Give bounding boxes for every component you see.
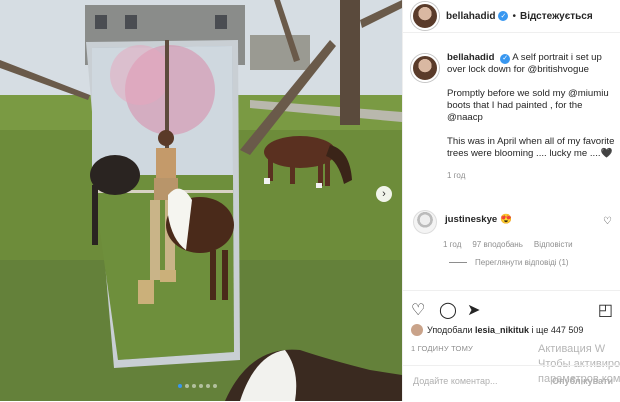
comment-icon[interactable]: ◯ bbox=[439, 300, 457, 320]
caption-line: Promptly before we sold my @miumiu boots… bbox=[447, 88, 609, 123]
post-date: 1 ГОДИНУ ТОМУ bbox=[411, 344, 473, 353]
share-icon[interactable]: ➤ bbox=[467, 300, 480, 320]
carousel-dot bbox=[213, 384, 217, 388]
avatar[interactable] bbox=[411, 2, 439, 30]
likes-user[interactable]: lesia_nikituk bbox=[475, 325, 529, 335]
publish-button[interactable]: Опублікувати bbox=[552, 376, 613, 386]
caption-username[interactable]: bellahadid bbox=[447, 52, 494, 63]
comment-text: 😍 bbox=[499, 214, 512, 225]
watermark-line: Активация W bbox=[538, 343, 606, 355]
liker-avatar bbox=[411, 324, 423, 336]
post-username[interactable]: bellahadid bbox=[446, 11, 495, 22]
comment-time: 1 год bbox=[443, 240, 462, 249]
verified-badge-icon: ✓ bbox=[500, 54, 511, 64]
comment-username[interactable]: justineskye bbox=[445, 214, 497, 225]
post-photo[interactable]: › bbox=[0, 0, 402, 401]
photo-illustration bbox=[0, 0, 402, 401]
comment-likes[interactable]: 97 вподобань bbox=[472, 240, 523, 249]
post-header: bellahadid ✓ • Відстежується bbox=[403, 0, 620, 33]
carousel-dot bbox=[185, 384, 189, 388]
comment-like-heart-icon[interactable]: ♡ bbox=[603, 216, 612, 227]
caption-text: bellahadid ✓ A self portrait i set up ov… bbox=[447, 52, 616, 182]
view-replies-label: Переглянути відповіді (1) bbox=[475, 258, 569, 267]
bookmark-icon[interactable]: ◰ bbox=[598, 300, 613, 320]
likes-prefix: Уподобали bbox=[427, 325, 473, 335]
caption-avatar[interactable] bbox=[411, 54, 439, 82]
verified-badge-icon: ✓ bbox=[498, 11, 509, 21]
carousel-dot bbox=[178, 384, 182, 388]
chevron-right-icon: › bbox=[382, 187, 386, 200]
post-caption: bellahadid ✓ A self portrait i set up ov… bbox=[411, 52, 616, 182]
caption-time: 1 год bbox=[447, 171, 466, 180]
carousel-dot bbox=[206, 384, 210, 388]
post-side-panel: bellahadid ✓ • Відстежується bellahadid … bbox=[402, 0, 620, 401]
likes-summary[interactable]: Уподобали lesia_nikituk і ще 447 509 bbox=[411, 324, 583, 336]
carousel-indicators bbox=[178, 384, 217, 388]
caption-line: This was in April when all of my favorit… bbox=[447, 136, 615, 159]
heart-icon[interactable]: ♡ bbox=[411, 300, 425, 320]
add-comment-input[interactable]: Додайте коментар... bbox=[413, 376, 498, 386]
likes-count: і ще 447 509 bbox=[531, 325, 584, 335]
carousel-dot bbox=[192, 384, 196, 388]
comment-avatar[interactable] bbox=[413, 210, 437, 234]
view-replies-button[interactable]: Переглянути відповіді (1) bbox=[449, 258, 569, 267]
carousel-dot bbox=[199, 384, 203, 388]
comment: justineskye 😍 ♡ 1 год 97 вподобань Відпо… bbox=[413, 210, 618, 249]
next-slide-button[interactable]: › bbox=[376, 186, 392, 202]
add-comment-bar: Додайте коментар... Опублікувати bbox=[403, 365, 620, 402]
comment-reply-button[interactable]: Відповісти bbox=[534, 240, 573, 249]
separator-dot: • bbox=[512, 10, 516, 22]
follow-status-button[interactable]: Відстежується bbox=[520, 11, 593, 22]
